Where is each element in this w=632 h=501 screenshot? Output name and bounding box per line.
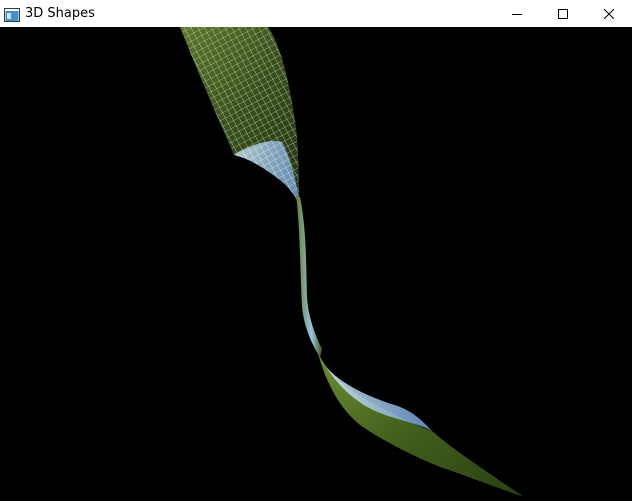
stem-strip bbox=[296, 195, 322, 357]
render-viewport[interactable] bbox=[0, 27, 632, 501]
window-title: 3D Shapes bbox=[25, 6, 95, 21]
close-button[interactable] bbox=[586, 0, 632, 27]
maximize-button[interactable] bbox=[540, 0, 586, 27]
window-controls bbox=[494, 0, 632, 27]
upper-sheet bbox=[180, 27, 300, 207]
surface-render bbox=[180, 27, 524, 497]
app-window: 3D Shapes bbox=[0, 0, 632, 501]
close-icon bbox=[604, 8, 614, 19]
app-window-icon bbox=[4, 7, 20, 22]
maximize-icon bbox=[558, 8, 568, 19]
lower-sheet bbox=[318, 353, 524, 497]
title-bar[interactable]: 3D Shapes bbox=[0, 0, 632, 27]
minimize-icon bbox=[512, 13, 522, 15]
minimize-button[interactable] bbox=[494, 0, 540, 27]
